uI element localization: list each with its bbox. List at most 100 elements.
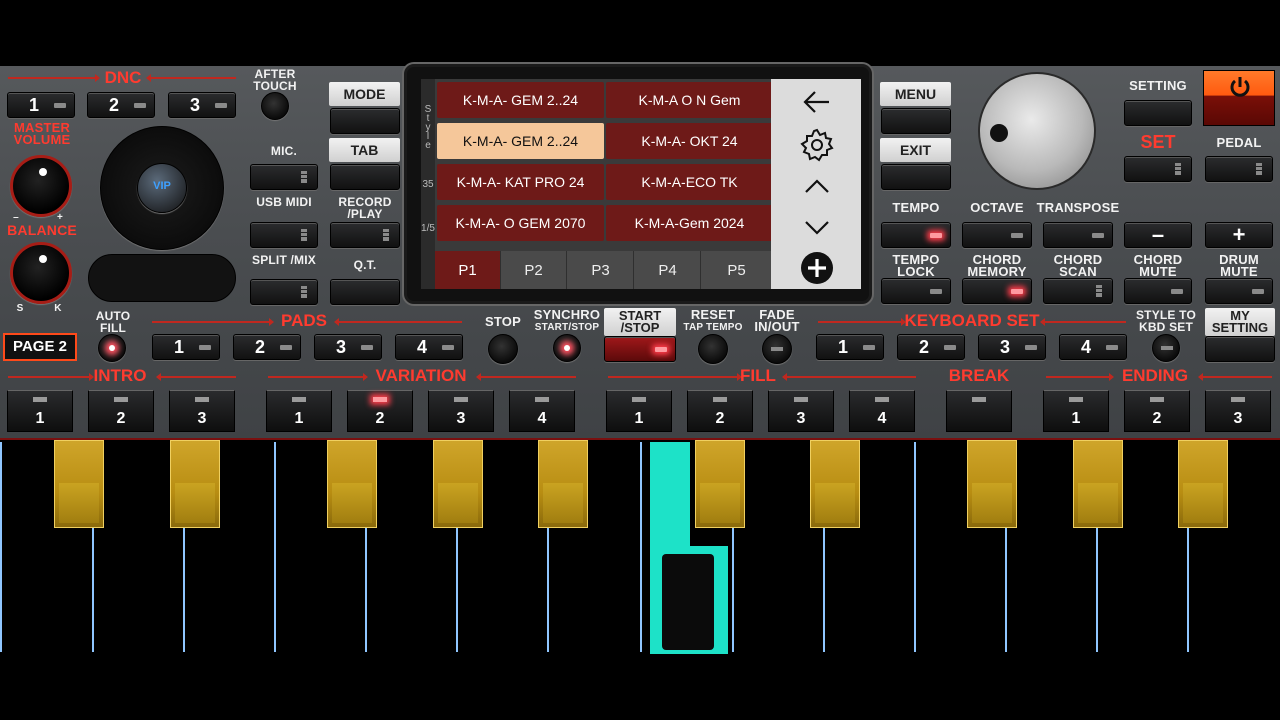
transpose-button[interactable] (1043, 222, 1113, 248)
variation-button-2[interactable]: 2 (347, 390, 413, 432)
fade-button[interactable] (762, 334, 792, 364)
tempo-lock-button[interactable] (881, 278, 951, 304)
fill-button-4[interactable]: 4 (849, 390, 915, 432)
gear-icon[interactable] (799, 127, 835, 163)
tab-p1[interactable]: P1 (435, 251, 501, 289)
mic-button[interactable] (250, 164, 318, 190)
pads-title: PADS (281, 311, 327, 330)
pitch-wheel[interactable] (88, 254, 236, 302)
keyboard-set-button-3[interactable]: 3 (978, 334, 1046, 360)
after-touch-button[interactable] (261, 92, 289, 120)
dnc-button-2[interactable]: 2 (87, 92, 155, 118)
chord-scan-button[interactable] (1043, 278, 1113, 304)
kbdset-line-right (1040, 318, 1126, 326)
master-volume-knob[interactable] (10, 155, 72, 217)
tab-p4[interactable]: P4 (635, 251, 701, 289)
style-slot-2[interactable]: K-M-A O N Gem (606, 82, 773, 118)
chord-memory-button[interactable] (962, 278, 1032, 304)
style-browser: Style 35 1/5 K-M-A- GEM 2..24 K-M-A O N … (421, 79, 861, 289)
ending-button-2[interactable]: 2 (1124, 390, 1190, 432)
fill-line-right (782, 373, 916, 381)
start-stop-button[interactable] (604, 336, 676, 362)
black-key[interactable] (327, 440, 377, 528)
black-key[interactable] (54, 440, 104, 528)
stop-button[interactable] (488, 334, 518, 364)
record-play-button[interactable] (330, 222, 400, 248)
dnc-button-1[interactable]: 1 (7, 92, 75, 118)
drum-mute-button[interactable] (1205, 278, 1273, 304)
pedal-button[interactable] (1205, 156, 1273, 182)
fill-button-3[interactable]: 3 (768, 390, 834, 432)
pad-button-3[interactable]: 3 (314, 334, 382, 360)
tab-button[interactable] (330, 164, 400, 190)
chord-mute-button[interactable] (1124, 278, 1192, 304)
tab-p5[interactable]: P5 (702, 251, 771, 289)
chevron-up-icon[interactable] (803, 177, 831, 195)
black-key[interactable] (810, 440, 860, 528)
variation-button-1[interactable]: 1 (266, 390, 332, 432)
joystick[interactable]: VIP (100, 126, 224, 250)
transpose-plus-button[interactable]: + (1205, 222, 1273, 248)
balance-label: BALANCE (7, 222, 77, 238)
black-key[interactable] (967, 440, 1017, 528)
black-key[interactable] (1178, 440, 1228, 528)
joystick-cap[interactable]: VIP (137, 163, 187, 213)
style-slot-4[interactable]: K-M-A- OKT 24 (606, 123, 773, 159)
set-button[interactable] (1124, 156, 1192, 182)
balance-knob[interactable] (10, 242, 72, 304)
pad-button-1[interactable]: 1 (152, 334, 220, 360)
auto-fill-button[interactable] (98, 334, 126, 362)
chevron-down-icon[interactable] (803, 219, 831, 237)
break-button[interactable] (946, 390, 1012, 432)
usb-midi-button[interactable] (250, 222, 318, 248)
style-to-kbd-button[interactable] (1152, 334, 1180, 362)
black-key[interactable] (1073, 440, 1123, 528)
variation-button-4[interactable]: 4 (509, 390, 575, 432)
ending-button-1[interactable]: 1 (1043, 390, 1109, 432)
style-slot-1[interactable]: K-M-A- GEM 2..24 (437, 82, 604, 118)
data-dial[interactable] (978, 72, 1096, 190)
my-setting-button[interactable] (1205, 336, 1275, 362)
keyboard-set-button-1[interactable]: 1 (816, 334, 884, 360)
style-slot-7[interactable]: K-M-A- O GEM 2070 (437, 205, 604, 241)
fill-button-2[interactable]: 2 (687, 390, 753, 432)
octave-button[interactable] (962, 222, 1032, 248)
keyboard-set-button-2[interactable]: 2 (897, 334, 965, 360)
intro-button-2[interactable]: 2 (88, 390, 154, 432)
style-slot-8[interactable]: K-M-A-Gem 2024 (606, 205, 773, 241)
tab-p3[interactable]: P3 (568, 251, 634, 289)
mode-button[interactable] (330, 108, 400, 134)
black-key[interactable] (433, 440, 483, 528)
reset-tap-tempo-button[interactable] (698, 334, 728, 364)
keyboard-set-button-4[interactable]: 4 (1059, 334, 1127, 360)
pad-button-2[interactable]: 2 (233, 334, 301, 360)
menu-button[interactable] (881, 108, 951, 134)
ending-title: ENDING (1121, 366, 1189, 385)
variation-button-3[interactable]: 3 (428, 390, 494, 432)
split-mix-button[interactable] (250, 279, 318, 305)
fill-button-1[interactable]: 1 (606, 390, 672, 432)
pad-button-4[interactable]: 4 (395, 334, 463, 360)
black-key[interactable] (170, 440, 220, 528)
pads-line-right (334, 318, 462, 326)
synchro-button[interactable] (553, 334, 581, 362)
arrow-left-icon[interactable] (801, 89, 831, 115)
tempo-button[interactable] (881, 222, 951, 248)
transpose-minus-button[interactable]: – (1124, 222, 1192, 248)
tab-p2[interactable]: P2 (501, 251, 567, 289)
exit-button[interactable] (881, 164, 951, 190)
style-slot-6[interactable]: K-M-A-ECO TK (606, 164, 773, 200)
black-key[interactable] (695, 440, 745, 528)
page-button[interactable]: PAGE 2 (3, 333, 77, 361)
setting-button[interactable] (1124, 100, 1192, 126)
ending-button-3[interactable]: 3 (1205, 390, 1271, 432)
dnc-button-3[interactable]: 3 (168, 92, 236, 118)
style-slot-5[interactable]: K-M-A- KAT PRO 24 (437, 164, 604, 200)
power-button[interactable] (1203, 70, 1275, 126)
black-key[interactable] (538, 440, 588, 528)
style-slot-3[interactable]: K-M-A- GEM 2..24 (437, 123, 604, 159)
intro-button-1[interactable]: 1 (7, 390, 73, 432)
plus-circle-icon[interactable] (800, 251, 834, 285)
qt-button[interactable] (330, 279, 400, 305)
intro-button-3[interactable]: 3 (169, 390, 235, 432)
